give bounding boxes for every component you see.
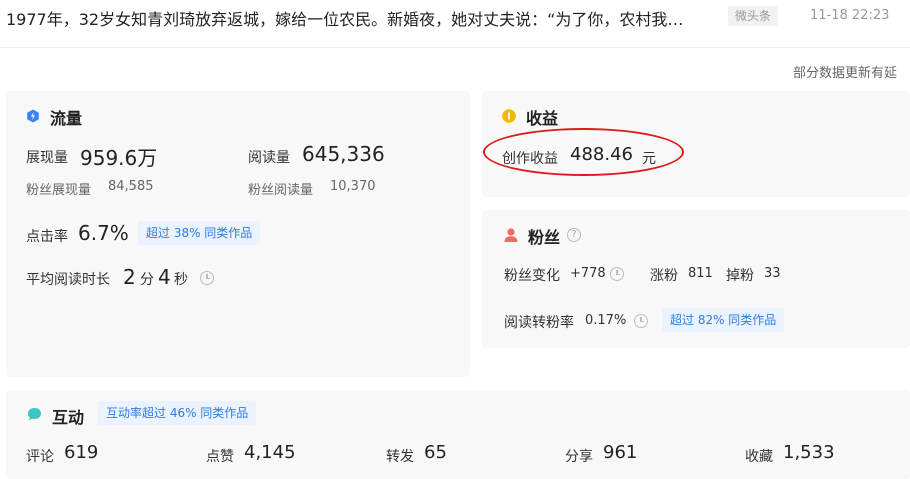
- clock-icon[interactable]: [610, 267, 624, 281]
- fan-impressions-label: 粉丝展现量: [26, 183, 92, 198]
- interaction-card: 互动 互动率超过 46% 同类作品 评论 619 点赞 4,145 转发 65 …: [6, 390, 910, 479]
- clock-icon[interactable]: [634, 314, 648, 328]
- fan-loss-value: 33: [764, 266, 781, 281]
- traffic-icon: [27, 109, 39, 123]
- favorites-value: 1,533: [783, 442, 835, 463]
- reads-label: 阅读量: [248, 150, 290, 166]
- ctr-rank-chip: 超过 38% 同类作品: [138, 221, 261, 245]
- fan-change-value: +778: [570, 266, 606, 281]
- read-to-fan-value: 0.17%: [585, 313, 627, 328]
- avg-read-time-label: 平均阅读时长: [26, 272, 110, 288]
- fan-gain-label: 涨粉: [650, 268, 678, 284]
- reposts-label: 转发: [386, 449, 414, 465]
- avg-read-minutes: 2: [123, 265, 136, 289]
- fan-change-label: 粉丝变化: [504, 268, 560, 284]
- impressions-value: 959.6万: [80, 146, 158, 170]
- fans-card: 粉丝 ? 粉丝变化 +778 涨粉 811 掉粉 33 阅读转粉率 0.17% …: [482, 210, 910, 348]
- avg-read-seconds: 4: [158, 265, 171, 289]
- article-title[interactable]: 1977年，32岁女知青刘琦放弃返城，嫁给一位农民。新婚夜，她对丈夫说：“为了你…: [6, 6, 683, 30]
- publish-time: 11-18 22:23: [810, 8, 890, 23]
- coin-icon: [502, 109, 516, 123]
- reposts-value: 65: [424, 442, 447, 463]
- income-title: 收益: [526, 109, 559, 128]
- likes-value: 4,145: [244, 442, 296, 463]
- interaction-rank-chip: 互动率超过 46% 同类作品: [98, 401, 257, 425]
- ctr-value: 6.7%: [78, 221, 129, 245]
- read-to-fan-label: 阅读转粉率: [504, 315, 574, 331]
- income-highlight-circle: [483, 128, 684, 176]
- seconds-unit: 秒: [174, 272, 188, 288]
- chat-bubble-icon: [28, 408, 41, 421]
- shares-value: 961: [603, 442, 638, 463]
- article-header: 1977年，32岁女知青刘琦放弃返城，嫁给一位农民。新婚夜，她对丈夫说：“为了你…: [0, 0, 910, 48]
- comments-value: 619: [64, 442, 99, 463]
- shares-label: 分享: [565, 449, 593, 465]
- source-badge: 微头条: [728, 6, 779, 26]
- reads-value: 645,336: [302, 142, 385, 166]
- traffic-title: 流量: [50, 109, 83, 128]
- impressions-label: 展现量: [26, 150, 68, 166]
- fans-title: 粉丝: [528, 228, 561, 247]
- help-icon[interactable]: ?: [567, 228, 581, 242]
- minutes-unit: 分: [140, 272, 154, 288]
- fan-gain-value: 811: [688, 266, 713, 281]
- fan-loss-label: 掉粉: [726, 268, 754, 284]
- fan-reads-value: 10,370: [330, 179, 376, 194]
- fan-impressions-value: 84,585: [108, 179, 154, 194]
- ctr-label: 点击率: [26, 229, 68, 245]
- clock-icon[interactable]: [200, 271, 214, 285]
- comments-label: 评论: [26, 449, 54, 465]
- data-delay-notice: 部分数据更新有延: [793, 66, 898, 81]
- user-icon: [504, 228, 518, 242]
- likes-label: 点赞: [206, 449, 234, 465]
- favorites-label: 收藏: [745, 449, 773, 465]
- fan-reads-label: 粉丝阅读量: [248, 183, 314, 198]
- traffic-card: 流量 展现量 959.6万 阅读量 645,336 粉丝展现量 84,585 粉…: [6, 91, 470, 377]
- conversion-rank-chip: 超过 82% 同类作品: [662, 308, 785, 332]
- interaction-title: 互动: [52, 408, 85, 427]
